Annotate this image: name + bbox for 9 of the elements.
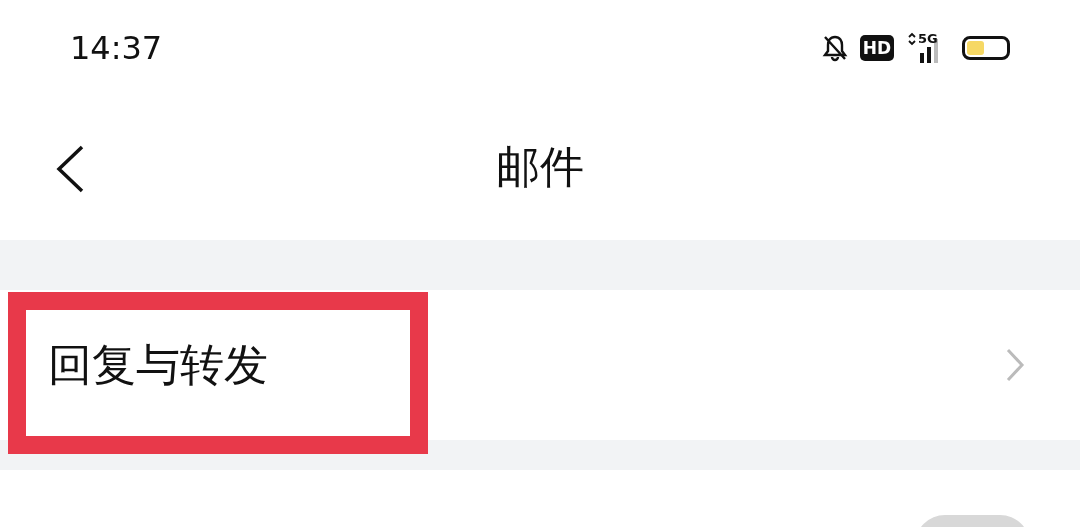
battery-icon (962, 35, 1010, 60)
muted-bell-icon (821, 33, 848, 62)
chevron-right-icon (1005, 348, 1025, 382)
status-time: 14:37 (70, 28, 163, 67)
settings-row[interactable]: 回复与转发 (0, 290, 1080, 440)
back-icon[interactable] (55, 145, 85, 193)
network-type: 5G (918, 30, 938, 46)
hd-badge: HD (859, 34, 894, 61)
page-title: 邮件 (496, 140, 584, 194)
